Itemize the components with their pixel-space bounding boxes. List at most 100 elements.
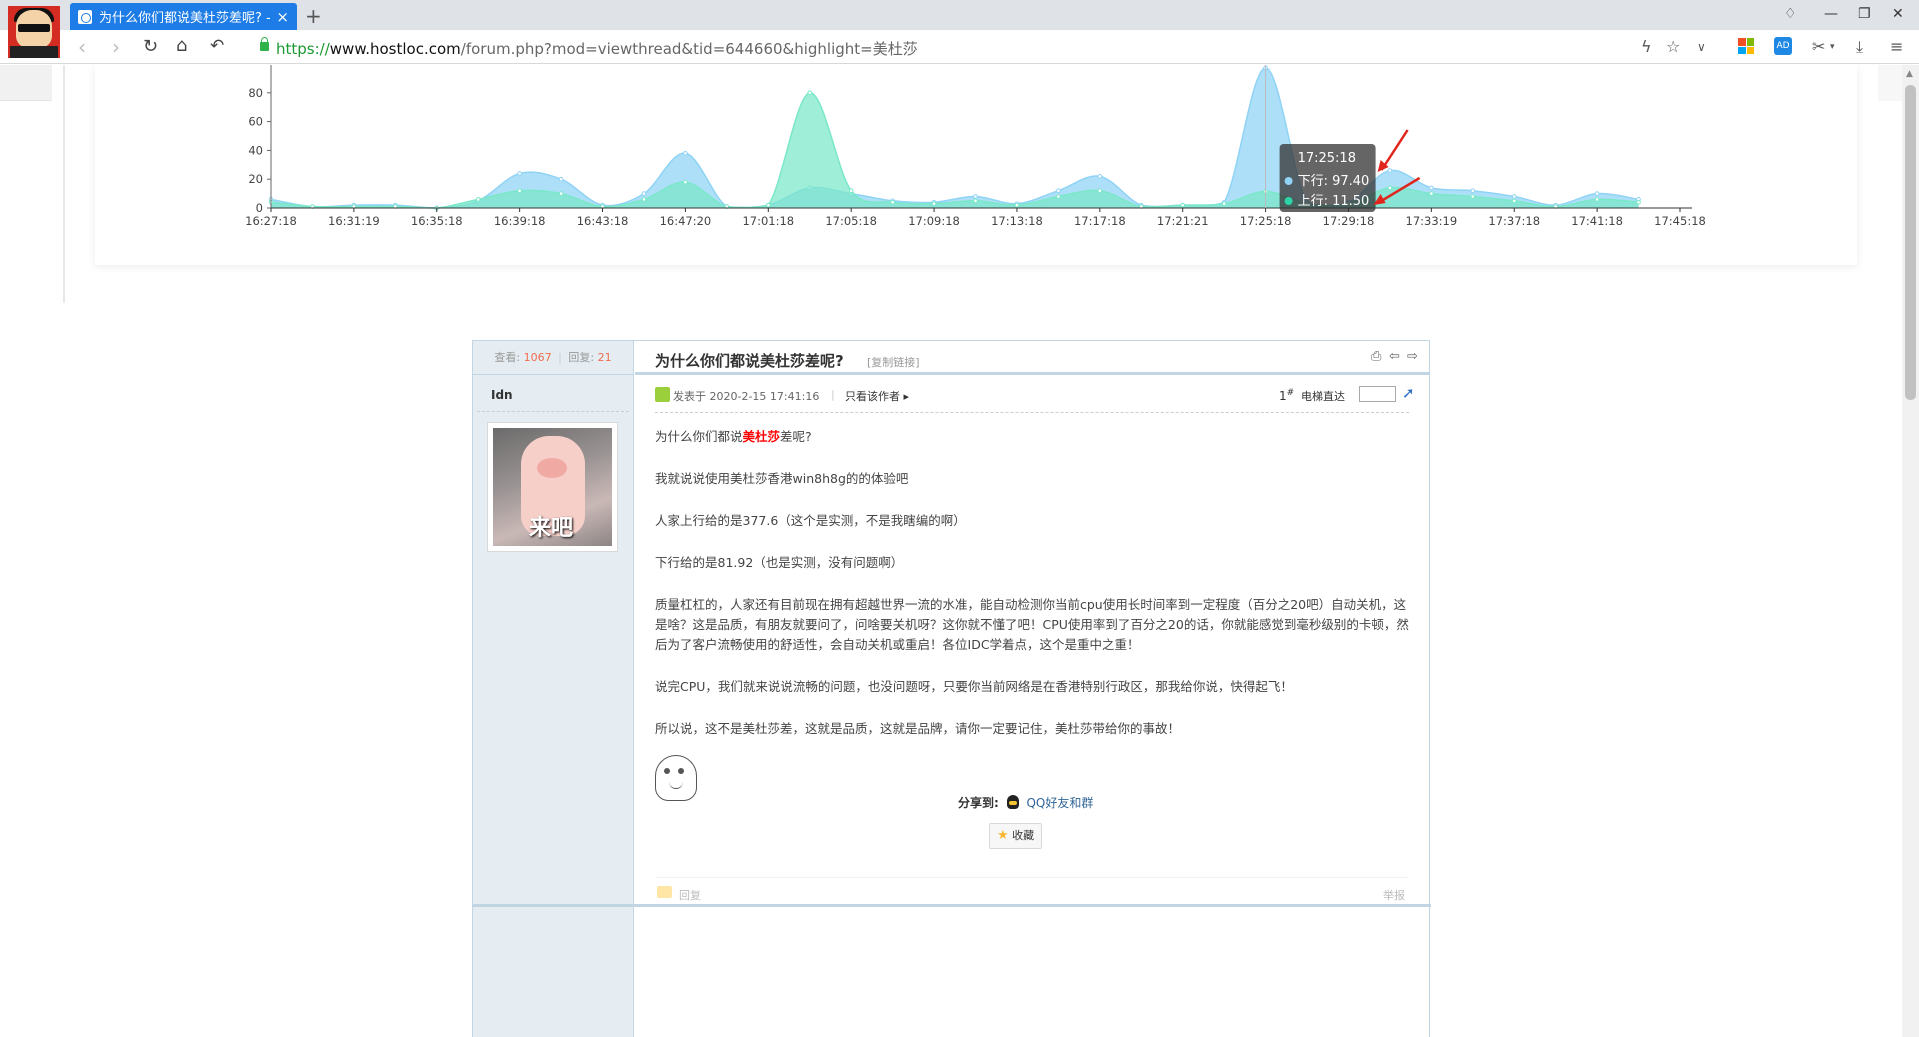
author-avatar[interactable]: 来吧: [487, 422, 618, 552]
data-point-up: [558, 191, 564, 196]
apps-grid-icon[interactable]: [1738, 38, 1754, 54]
x-tick-label: 17:21:21: [1157, 214, 1209, 228]
qq-icon: [1006, 795, 1019, 809]
data-point-down: [1097, 174, 1103, 179]
x-tick-label: 17:33:19: [1406, 214, 1458, 228]
dropdown-chevron-icon[interactable]: ∨: [1697, 40, 1706, 54]
x-tick-label: 17:01:18: [742, 214, 794, 228]
content-paragraph: 所以说，这不是美杜莎差，这就是品质，这就是品牌，请你一定要记住，美杜莎带给你的事…: [655, 721, 1181, 736]
data-point-up: [1470, 194, 1476, 199]
x-tick-label: 17:41:18: [1571, 214, 1623, 228]
post-divider: [473, 904, 1431, 907]
content-paragraph: 人家上行给的是377.6（这个是实测，不是我瞎编的啊）: [655, 513, 966, 528]
pig-avatar-image: 来吧: [493, 428, 612, 546]
tab-close-icon[interactable]: ×: [276, 8, 289, 26]
copy-link-button[interactable]: [复制链接]: [867, 354, 920, 370]
tab-title: 为什么你们都说美杜莎差呢? - 全: [99, 11, 271, 26]
url-host: www.hostloc.com: [329, 40, 461, 58]
user-avatar[interactable]: [8, 6, 60, 58]
floor-jump-input[interactable]: [1359, 386, 1396, 402]
bookmark-star-icon[interactable]: ☆: [1666, 37, 1680, 56]
divider: [63, 65, 65, 303]
post-main: 为什么你们都说美杜莎差呢? [复制链接] ⎙ ⇦ ⇨ 发表于 2020-2-15…: [635, 341, 1429, 1037]
scrollbar[interactable]: ▲: [1902, 65, 1919, 1037]
author-name[interactable]: Idn: [477, 375, 629, 412]
refresh-icon[interactable]: ↻: [143, 36, 158, 57]
data-point-down: [517, 171, 522, 176]
forum-post: 查看: 1067 | 回复: 21 Idn 来吧 为什么你们都说美杜莎差呢? […: [472, 340, 1431, 1037]
data-point-up: [1387, 185, 1393, 191]
scroll-thumb[interactable]: [1905, 85, 1916, 400]
x-tick-label: 16:43:18: [577, 214, 629, 228]
post-date: 发表于 2020-2-15 17:41:16: [673, 390, 820, 403]
tooltip-up-dot: [1284, 197, 1293, 205]
highlight-keyword: 美杜莎: [742, 429, 781, 444]
y-tick-label: 20: [248, 172, 263, 186]
x-tick-label: 17:05:18: [825, 214, 877, 228]
x-tick-label: 16:27:18: [245, 214, 297, 228]
y-tick-label: 80: [248, 86, 263, 100]
post-header: 为什么你们都说美杜莎差呢? [复制链接] ⎙ ⇦ ⇨: [635, 341, 1429, 375]
avatar-caption: 来吧: [529, 516, 574, 541]
only-author-label: 只看该作者: [845, 390, 900, 403]
x-tick-label: 17:25:18: [1240, 214, 1292, 228]
data-point-down: [558, 176, 564, 182]
favorite-label: 收藏: [1012, 829, 1035, 842]
home-icon[interactable]: ⌂: [176, 35, 187, 56]
data-point-down: [1594, 191, 1600, 196]
next-thread-icon[interactable]: ⇨: [1407, 349, 1418, 364]
data-point-down: [683, 150, 688, 156]
tooltip-down-dot: [1284, 177, 1293, 185]
x-tick-label: 17:17:18: [1074, 214, 1126, 228]
back-icon[interactable]: ‹: [78, 35, 86, 59]
print-icon[interactable]: ⎙: [1371, 349, 1381, 364]
data-point-up: [931, 201, 937, 206]
lightning-icon[interactable]: ϟ: [1641, 37, 1652, 56]
active-tab[interactable]: 为什么你们都说美杜莎差呢? - 全 ×: [70, 3, 297, 30]
url-field[interactable]: https://www.hostloc.com/forum.php?mod=vi…: [276, 38, 918, 59]
x-tick-label: 16:31:19: [328, 214, 380, 228]
shirt-skin-icon[interactable]: ♢: [1784, 6, 1797, 22]
data-point-up: [848, 188, 854, 194]
data-point-up: [1511, 198, 1517, 204]
content-paragraph: 我就说说使用美杜莎香港win8h8g的的体验吧: [655, 471, 909, 486]
x-tick-label: 17:13:18: [991, 214, 1043, 228]
content-paragraph: 说完CPU，我们就来说说流畅的问题，也没问题呀，只要你当前网络是在香港特别行政区…: [655, 679, 1293, 694]
content-paragraph: 质量杠杠的，人家还有目前现在拥有超越世界一流的水准，能自动检测你当前cpu使用长…: [655, 597, 1409, 652]
favorite-button[interactable]: ★ 收藏: [989, 823, 1043, 849]
data-point-up: [517, 188, 522, 194]
scissors-dropdown-icon[interactable]: ▾: [1830, 42, 1835, 52]
x-tick-label: 17:37:18: [1488, 214, 1540, 228]
download-icon[interactable]: ⤓: [1856, 37, 1863, 57]
emoji-sticker-icon: [655, 755, 697, 801]
y-tick-label: 40: [248, 143, 263, 157]
meta-separator: |: [831, 388, 835, 401]
jump-go-icon[interactable]: ➚: [1402, 384, 1415, 402]
tooltip-down-value: 下行: 97.40: [1298, 174, 1370, 189]
data-point-down: [1470, 188, 1476, 194]
only-author-link[interactable]: 只看该作者 ▸: [845, 388, 909, 404]
adblock-icon[interactable]: AD: [1774, 37, 1792, 55]
tab-bar: 为什么你们都说美杜莎差呢? - 全 × + ♢ — ❐ ✕: [0, 0, 1919, 30]
x-tick-label: 17:45:18: [1654, 214, 1706, 228]
y-tick-label: 60: [248, 115, 263, 129]
data-point-up: [1636, 199, 1641, 205]
reply-button[interactable]: 回复: [679, 887, 701, 903]
share-qq-link[interactable]: QQ好友和群: [1026, 796, 1093, 810]
scissors-icon[interactable]: ✂: [1812, 37, 1825, 56]
jump-label: 电梯直达: [1301, 390, 1345, 403]
scroll-up-icon[interactable]: ▲: [1906, 69, 1913, 79]
right-panel: [1878, 65, 1902, 101]
views-count: 1067: [523, 351, 552, 364]
data-point-up: [1429, 191, 1434, 196]
report-button[interactable]: 举报: [1383, 887, 1405, 903]
prev-thread-icon[interactable]: ⇦: [1389, 349, 1400, 364]
forward-icon[interactable]: ›: [112, 35, 120, 59]
undo-close-icon[interactable]: ↶: [210, 36, 224, 56]
site-favicon-icon: [78, 9, 92, 24]
restore-icon[interactable]: ❐: [1858, 6, 1871, 22]
close-window-icon[interactable]: ✕: [1892, 6, 1904, 22]
minimize-icon[interactable]: —: [1824, 6, 1838, 22]
new-tab-button[interactable]: +: [305, 4, 322, 28]
menu-icon[interactable]: ≡: [1890, 37, 1903, 56]
